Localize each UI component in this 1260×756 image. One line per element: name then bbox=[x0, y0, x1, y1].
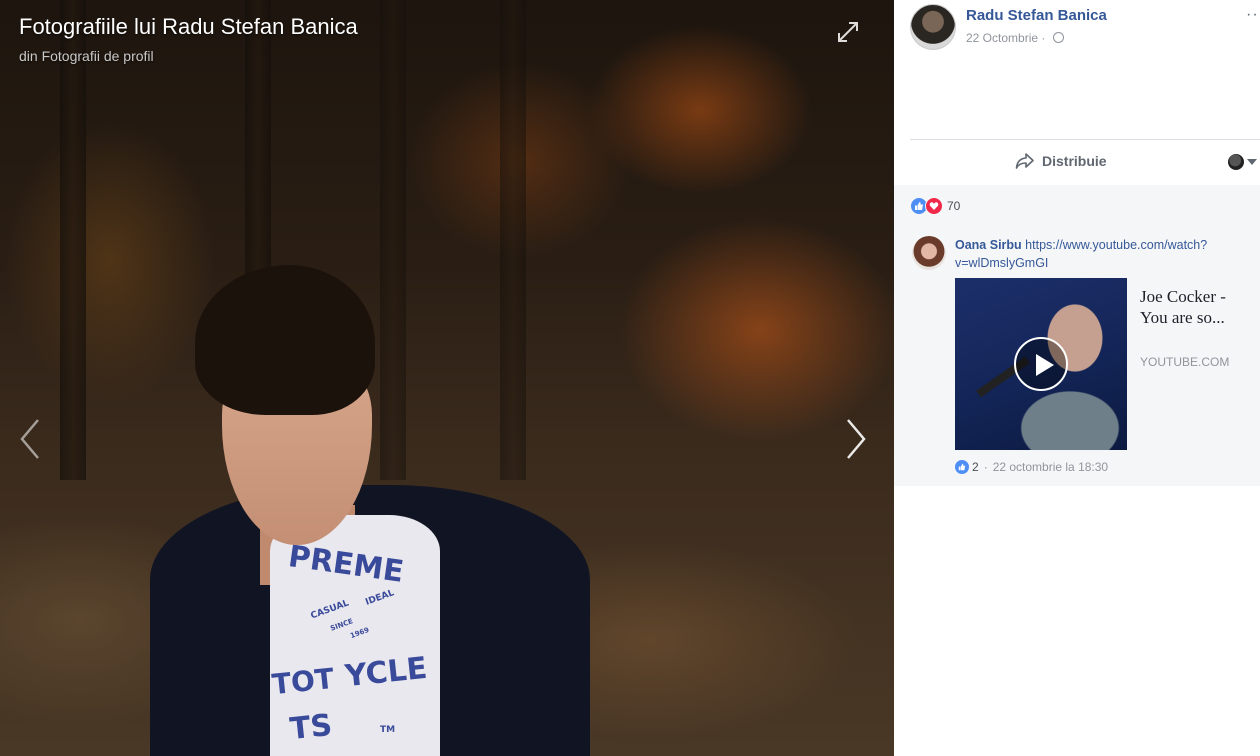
video-title[interactable]: Joe Cocker - You are so... bbox=[1140, 286, 1250, 328]
background-tree bbox=[60, 0, 86, 480]
share-label: Distribuie bbox=[1042, 153, 1107, 169]
audience-selector[interactable] bbox=[1228, 154, 1257, 170]
viewer-avatar-icon bbox=[1228, 154, 1244, 170]
video-thumbnail[interactable] bbox=[955, 278, 1127, 450]
play-icon[interactable] bbox=[1014, 337, 1068, 391]
shirt-print-text: TS bbox=[288, 707, 334, 748]
post-details-panel: Radu Stefan Banica 22 Octombrie · ··· Di… bbox=[894, 0, 1260, 756]
comment-meta: 2 · 22 octombrie la 18:30 bbox=[955, 460, 1108, 474]
t-shirt: PREME CASUAL IDEAL SINCE 1969 TOT YCLE T… bbox=[270, 515, 440, 756]
video-source: YOUTUBE.COM bbox=[1140, 355, 1230, 369]
post-date[interactable]: 22 Octombrie bbox=[966, 31, 1038, 45]
globe-icon[interactable] bbox=[1052, 32, 1064, 43]
author-avatar[interactable] bbox=[910, 4, 956, 50]
shirt-print-text: YCLE bbox=[343, 650, 429, 695]
shirt-print-text: SINCE bbox=[329, 617, 355, 633]
author-name-link[interactable]: Radu Stefan Banica bbox=[966, 7, 1107, 24]
previous-photo-arrow-icon[interactable] bbox=[12, 414, 48, 464]
hair bbox=[195, 265, 375, 415]
share-button[interactable]: Distribuie bbox=[1015, 152, 1107, 170]
shirt-print-text: PREME bbox=[286, 539, 406, 590]
post-date-line: 22 Octombrie · bbox=[966, 31, 1064, 45]
album-subtitle[interactable]: din Fotografii de profil bbox=[19, 48, 154, 64]
chevron-down-icon bbox=[1247, 159, 1257, 165]
comment-timestamp[interactable]: 22 octombrie la 18:30 bbox=[993, 460, 1108, 474]
love-reaction-icon bbox=[925, 197, 943, 215]
shirt-print-text: 1969 bbox=[349, 625, 371, 641]
shirt-print-text: IDEAL bbox=[364, 588, 396, 608]
album-title: Fotografiile lui Radu Stefan Banica bbox=[19, 14, 358, 39]
youtube-preview-card[interactable]: Joe Cocker - You are so... YOUTUBE.COM bbox=[955, 278, 1255, 450]
share-icon bbox=[1015, 153, 1034, 169]
comment-like-count[interactable]: 2 bbox=[972, 460, 979, 474]
commenter-avatar[interactable] bbox=[912, 236, 946, 270]
action-bar: Distribuie bbox=[910, 139, 1260, 185]
shirt-print-text: CASUAL bbox=[309, 598, 351, 622]
comment-author-link[interactable]: Oana Sirbu bbox=[955, 238, 1022, 252]
more-options-icon[interactable]: ··· bbox=[1246, 6, 1260, 24]
profile-photo-subject: PREME CASUAL IDEAL SINCE 1969 TOT YCLE T… bbox=[150, 265, 590, 756]
next-photo-arrow-icon[interactable] bbox=[838, 414, 874, 464]
expand-icon[interactable] bbox=[834, 18, 862, 46]
comment-body: Oana Sirbu https://www.youtube.com/watch… bbox=[955, 236, 1215, 272]
shirt-print-text: TM bbox=[380, 725, 396, 735]
reactions-summary[interactable]: 70 bbox=[910, 197, 960, 215]
reaction-count[interactable]: 70 bbox=[947, 199, 960, 213]
comments-section: 70 Oana Sirbu https://www.youtube.com/wa… bbox=[894, 185, 1260, 486]
meta-separator: · bbox=[983, 460, 988, 474]
shirt-print-text: TOT bbox=[270, 661, 336, 702]
date-separator: · bbox=[1041, 31, 1046, 45]
photo-stage[interactable]: PREME CASUAL IDEAL SINCE 1969 TOT YCLE T… bbox=[0, 0, 894, 756]
like-reaction-icon bbox=[955, 460, 969, 474]
